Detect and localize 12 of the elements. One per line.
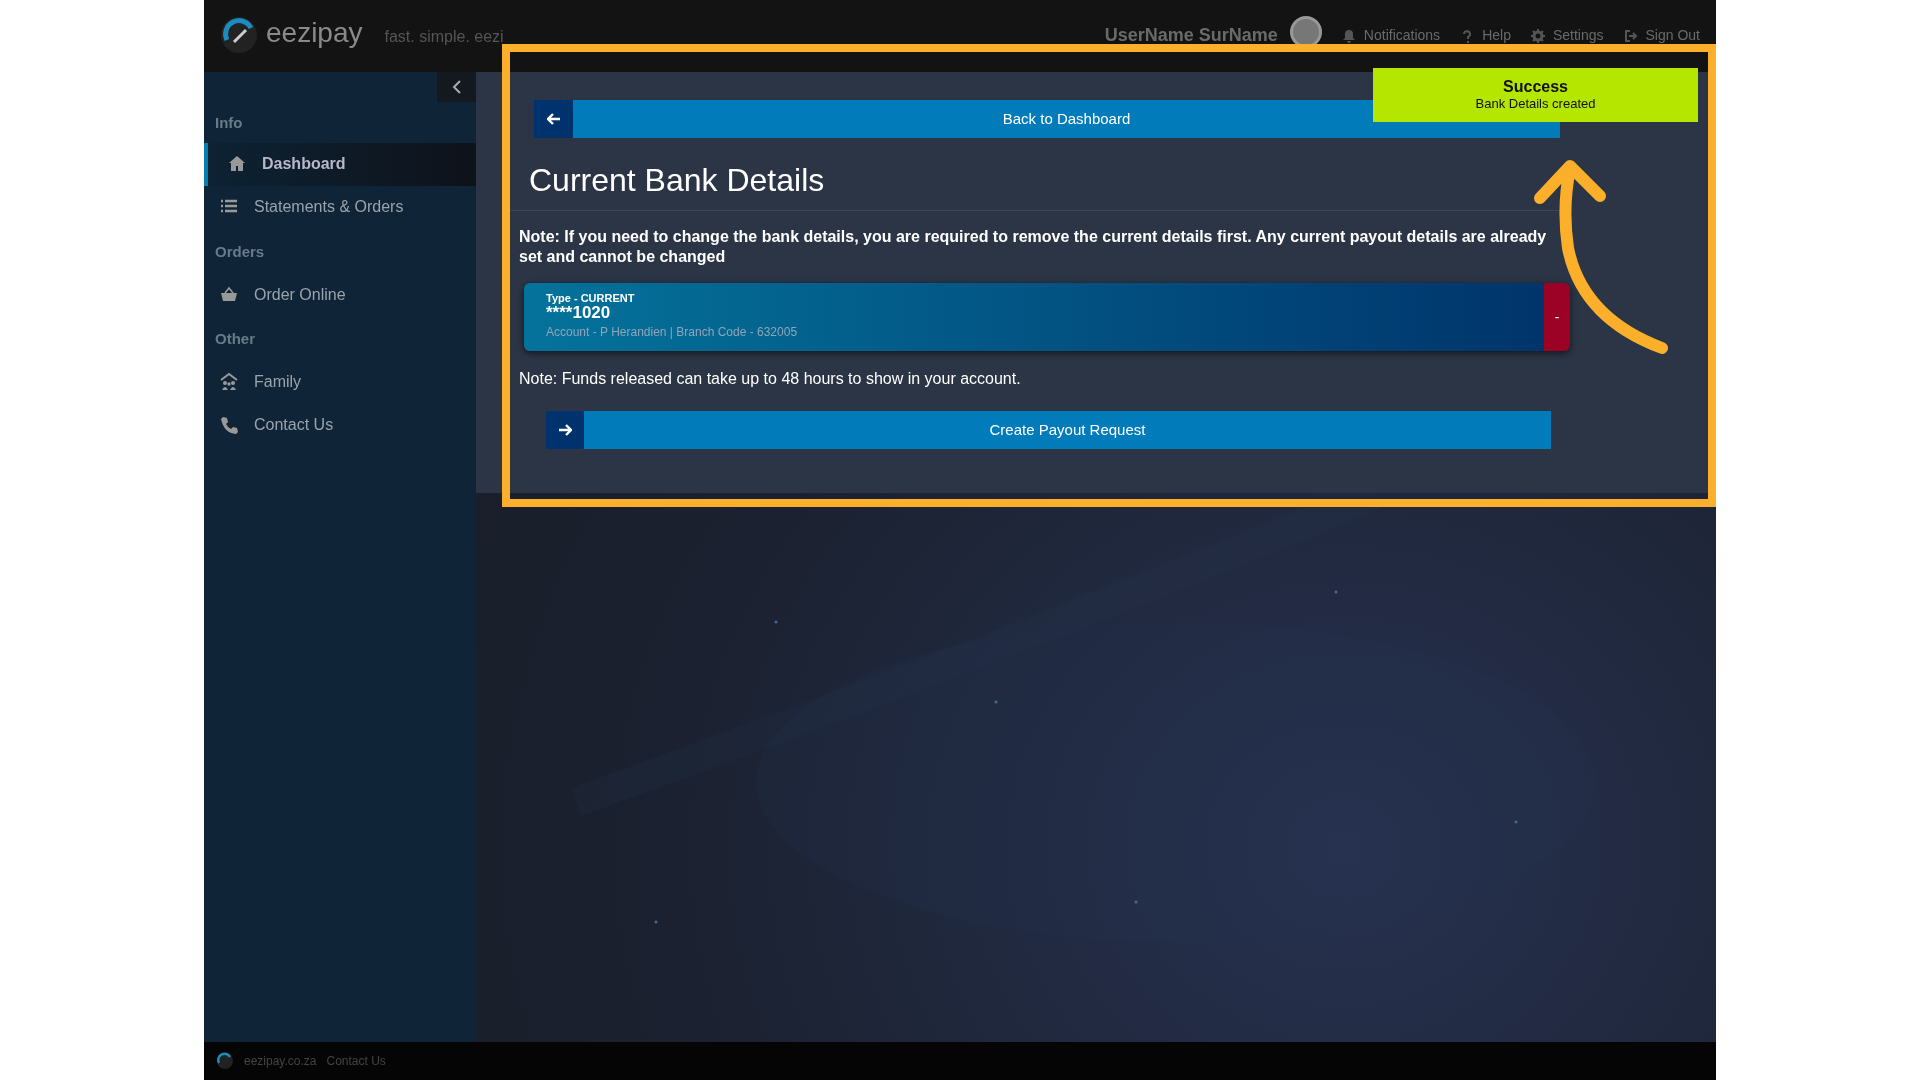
section-heading: Info: [214, 113, 244, 133]
page-title: Current Bank Details: [529, 161, 826, 200]
account-details: Account - P Herandien | Branch Code - 632005: [546, 325, 798, 339]
toast-title: Success: [1503, 78, 1568, 96]
account-number: ****1020: [546, 304, 611, 322]
section-heading: Other: [214, 329, 256, 349]
note-text: Note: If you need to change the bank details, you are required to remove the current details first. Any current payout details are already set and cannot be changed: [519, 227, 1548, 267]
funds-note: Note: Funds released can take up to 48 hours to show in your account.: [519, 369, 1022, 389]
brand-name: eezipay: [266, 16, 363, 50]
tagline: fast. simple. eezi: [384, 27, 504, 47]
section-heading: Orders: [214, 241, 266, 262]
account-type: Type - CURRENT: [546, 292, 635, 304]
